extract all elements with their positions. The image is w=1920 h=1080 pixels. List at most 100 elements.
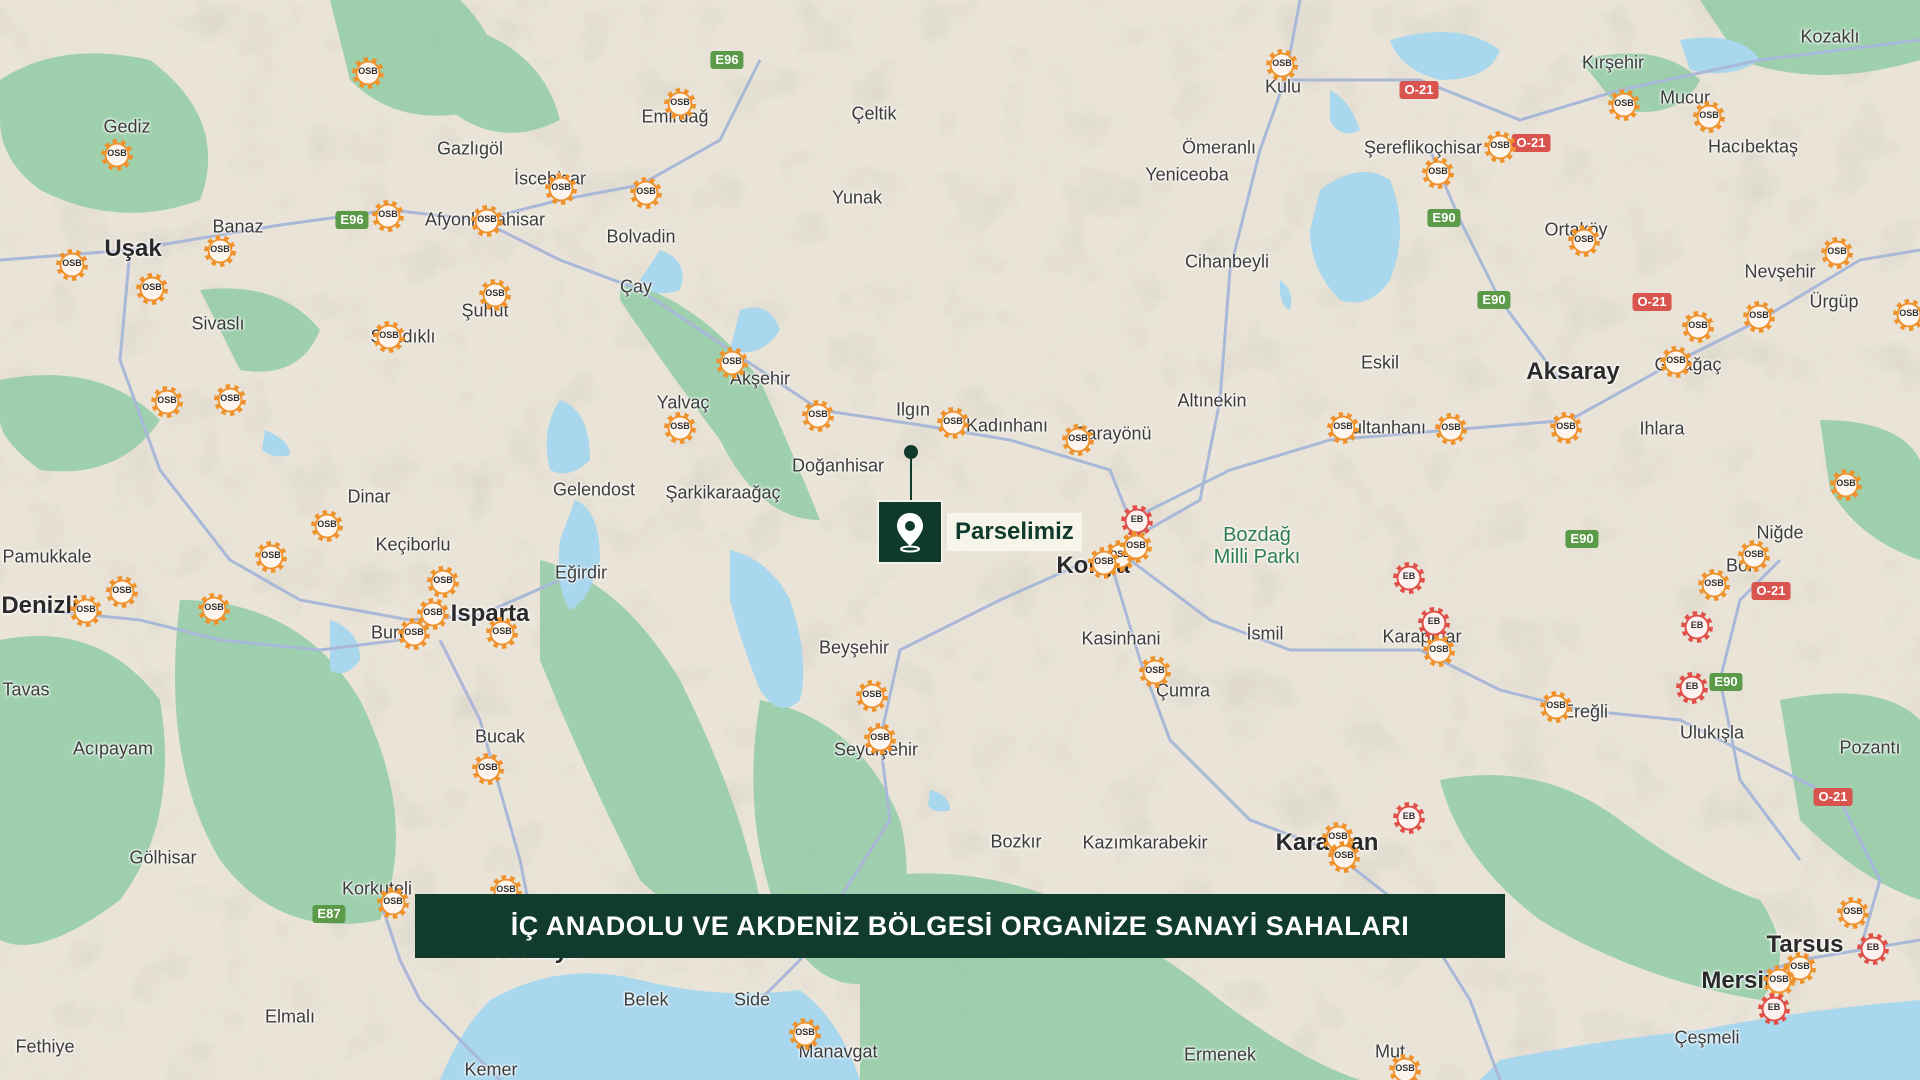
road-shield: E87 bbox=[312, 905, 346, 923]
osb-zone-marker[interactable]: OSB bbox=[197, 592, 231, 626]
osb-zone-marker[interactable]: OSB bbox=[310, 509, 344, 543]
eb-zone-marker[interactable]: EB bbox=[1856, 932, 1890, 966]
osb-zone-marker[interactable]: OSB bbox=[1607, 88, 1641, 122]
marker-label: OSB bbox=[1666, 355, 1686, 365]
marker-label: OSB bbox=[1843, 906, 1863, 916]
road-shield: E90 bbox=[1427, 209, 1461, 227]
marker-label: OSB bbox=[1490, 140, 1510, 150]
osb-zone-marker[interactable]: OSB bbox=[1742, 300, 1776, 334]
osb-zone-marker[interactable]: OSB bbox=[69, 594, 103, 628]
marker-label: OSB bbox=[76, 604, 96, 614]
marker-label: OSB bbox=[1749, 310, 1769, 320]
marker-label: OSB bbox=[433, 575, 453, 585]
osb-zone-marker[interactable]: OSB bbox=[372, 320, 406, 354]
eb-zone-marker[interactable]: EB bbox=[1757, 992, 1791, 1026]
osb-zone-marker[interactable]: OSB bbox=[715, 346, 749, 380]
osb-zone-marker[interactable]: OSB bbox=[1087, 546, 1121, 580]
eb-zone-marker[interactable]: EB bbox=[1392, 561, 1426, 595]
marker-label: OSB bbox=[1688, 320, 1708, 330]
osb-zone-marker[interactable]: OSB bbox=[1692, 100, 1726, 134]
osb-zone-marker[interactable]: OSB bbox=[376, 886, 410, 920]
marker-label: OSB bbox=[261, 550, 281, 560]
osb-zone-marker[interactable]: OSB bbox=[371, 199, 405, 233]
marker-label: OSB bbox=[551, 182, 571, 192]
osb-zone-marker[interactable]: OSB bbox=[629, 176, 663, 210]
marker-label: OSB bbox=[478, 762, 498, 772]
osb-zone-marker[interactable]: OSB bbox=[855, 679, 889, 713]
osb-zone-marker[interactable]: OSB bbox=[1138, 655, 1172, 689]
osb-zone-marker[interactable]: OSB bbox=[55, 248, 89, 282]
marker-label: OSB bbox=[1769, 974, 1789, 984]
osb-zone-marker[interactable]: OSB bbox=[663, 411, 697, 445]
marker-label: OSB bbox=[404, 627, 424, 637]
osb-zone-marker[interactable]: OSB bbox=[150, 385, 184, 419]
osb-zone-marker[interactable]: OSB bbox=[351, 56, 385, 90]
eb-zone-marker[interactable]: EB bbox=[1680, 610, 1714, 644]
marker-label: OSB bbox=[862, 689, 882, 699]
marker-label: OSB bbox=[1094, 556, 1114, 566]
osb-zone-marker[interactable]: OSB bbox=[1326, 411, 1360, 445]
page-title: İÇ ANADOLU VE AKDENİZ BÖLGESİ ORGANİZE S… bbox=[510, 910, 1410, 941]
osb-zone-marker[interactable]: OSB bbox=[100, 138, 134, 172]
osb-zone-marker[interactable]: OSB bbox=[1265, 48, 1299, 82]
osb-zone-marker[interactable]: OSB bbox=[1422, 634, 1456, 668]
osb-zone-marker[interactable]: OSB bbox=[105, 575, 139, 609]
osb-zone-marker[interactable]: OSB bbox=[1697, 568, 1731, 602]
osb-zone-marker[interactable]: OSB bbox=[1567, 224, 1601, 258]
marker-label: OSB bbox=[62, 258, 82, 268]
osb-zone-marker[interactable]: OSB bbox=[1737, 539, 1771, 573]
marker-label: OSB bbox=[1333, 421, 1353, 431]
osb-zone-marker[interactable]: OSB bbox=[478, 278, 512, 312]
osb-zone-marker[interactable]: OSB bbox=[1061, 423, 1095, 457]
marker-label: EB bbox=[1767, 1002, 1781, 1012]
marker-label: OSB bbox=[1704, 578, 1724, 588]
marker-label: OSB bbox=[107, 148, 127, 158]
osb-zone-marker[interactable]: OSB bbox=[1119, 530, 1153, 564]
road-shield: O-21 bbox=[1632, 293, 1672, 311]
marker-label: OSB bbox=[220, 393, 240, 403]
marker-label: OSB bbox=[112, 585, 132, 595]
marker-label: OSB bbox=[423, 607, 443, 617]
marker-label: OSB bbox=[1441, 422, 1461, 432]
road-shield: O-21 bbox=[1751, 582, 1791, 600]
marker-label: OSB bbox=[492, 626, 512, 636]
osb-zone-marker[interactable]: OSB bbox=[863, 722, 897, 756]
osb-zone-marker[interactable]: OSB bbox=[1539, 690, 1573, 724]
osb-zone-marker[interactable]: OSB bbox=[1892, 298, 1920, 332]
osb-zone-marker[interactable]: OSB bbox=[1434, 412, 1468, 446]
osb-zone-marker[interactable]: OSB bbox=[663, 87, 697, 121]
osb-zone-marker[interactable]: OSB bbox=[1820, 236, 1854, 270]
osb-zone-marker[interactable]: OSB bbox=[203, 234, 237, 268]
parcel-pin-label[interactable]: Parselimiz bbox=[947, 513, 1082, 551]
osb-zone-marker[interactable]: OSB bbox=[1681, 310, 1715, 344]
map-view[interactable]: GedizGazlıgölİscehisarEmirdağÇeltikYunak… bbox=[0, 0, 1920, 1080]
osb-zone-marker[interactable]: OSB bbox=[936, 406, 970, 440]
osb-zone-marker[interactable]: OSB bbox=[1836, 896, 1870, 930]
osb-zone-marker[interactable]: OSB bbox=[213, 383, 247, 417]
osb-zone-marker[interactable]: OSB bbox=[254, 540, 288, 574]
osb-zone-marker[interactable]: OSB bbox=[1483, 130, 1517, 164]
osb-zone-marker[interactable]: OSB bbox=[544, 172, 578, 206]
marker-label: OSB bbox=[1556, 421, 1576, 431]
osb-zone-marker[interactable]: OSB bbox=[135, 272, 169, 306]
osb-zone-marker[interactable]: OSB bbox=[1829, 468, 1863, 502]
osb-zone-marker[interactable]: OSB bbox=[471, 752, 505, 786]
osb-zone-marker[interactable]: OSB bbox=[801, 399, 835, 433]
osb-zone-marker[interactable]: OSB bbox=[470, 204, 504, 238]
osb-zone-marker[interactable]: OSB bbox=[1388, 1053, 1422, 1080]
marker-label: OSB bbox=[496, 884, 516, 894]
osb-zone-marker[interactable]: OSB bbox=[1421, 156, 1455, 190]
osb-zone-marker[interactable]: OSB bbox=[485, 616, 519, 650]
osb-zone-marker[interactable]: OSB bbox=[788, 1017, 822, 1051]
eb-zone-marker[interactable]: EB bbox=[1675, 671, 1709, 705]
eb-zone-marker[interactable]: EB bbox=[1392, 801, 1426, 835]
osb-zone-marker[interactable]: OSB bbox=[1659, 345, 1693, 379]
osb-zone-marker[interactable]: OSB bbox=[397, 617, 431, 651]
marker-label: OSB bbox=[722, 356, 742, 366]
osb-zone-marker[interactable]: OSB bbox=[1327, 840, 1361, 874]
parcel-pin[interactable] bbox=[877, 500, 943, 564]
marker-label: OSB bbox=[204, 602, 224, 612]
osb-zone-marker[interactable]: OSB bbox=[426, 565, 460, 599]
pin-stem bbox=[910, 452, 912, 500]
osb-zone-marker[interactable]: OSB bbox=[1549, 411, 1583, 445]
